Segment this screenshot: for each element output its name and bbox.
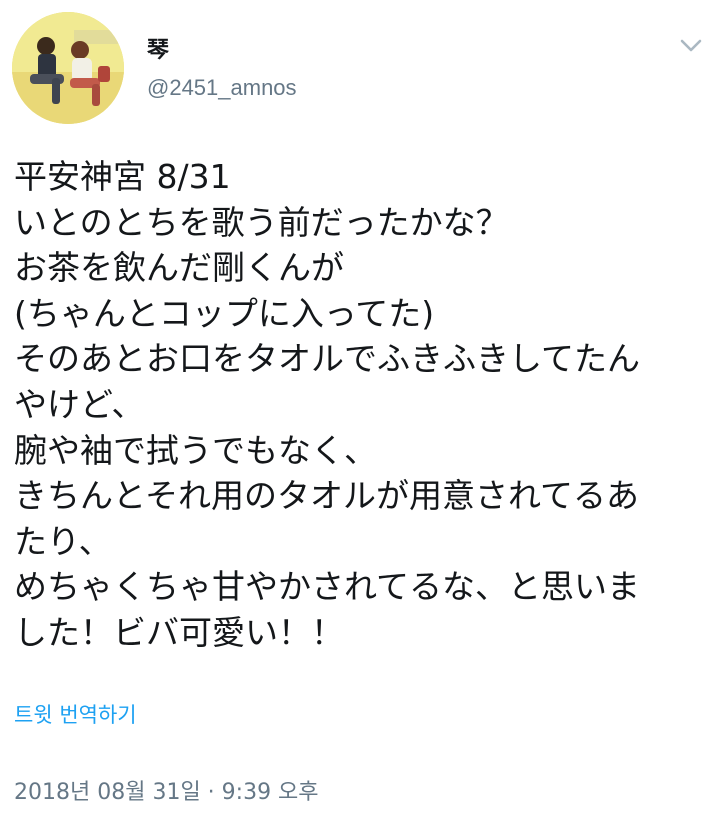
tweet-text: 平安神宮 8/31 いとのとちを歌う前だったかな？ お茶を飲んだ剛くんが (ちゃ… [14, 154, 704, 656]
tweet-text-line: お茶を飲んだ剛くんが [14, 248, 344, 288]
tweet-timestamp[interactable]: 2018년 08월 31일 · 9:39 오후 [14, 778, 319, 808]
avatar[interactable] [12, 12, 124, 124]
tweet-text-line: めちゃくちゃ甘やかされてるな、と思いま [14, 567, 641, 607]
translate-tweet-link[interactable]: 트윗 번역하기 [14, 700, 137, 730]
author-handle[interactable]: @2451_amnos [147, 74, 297, 102]
tweet-text-line: たり、 [14, 521, 112, 561]
tweet-text-line: した！ビバ可愛い！！ [14, 612, 344, 652]
author-display-name[interactable]: 琴 [147, 37, 169, 65]
user-avatar-photo [12, 12, 124, 124]
tweet-text-line: 平安神宮 8/31 [14, 157, 231, 196]
tweet-text-line: やけど、 [14, 384, 145, 424]
tweet-options-button[interactable] [676, 32, 706, 60]
chevron-down-icon [680, 39, 702, 52]
tweet-text-line: いとのとちを歌う前だったかな？ [14, 202, 509, 242]
tweet-text-line: きちんとそれ用のタオルが用意されてるあ [14, 476, 640, 516]
tweet-text-line: そのあとお口をタオルでふきふきしてたん [14, 339, 641, 379]
tweet-text-line: 腕や袖で拭うでもなく、 [14, 430, 377, 470]
tweet-text-line: (ちゃんとコップに入ってた) [14, 293, 435, 333]
